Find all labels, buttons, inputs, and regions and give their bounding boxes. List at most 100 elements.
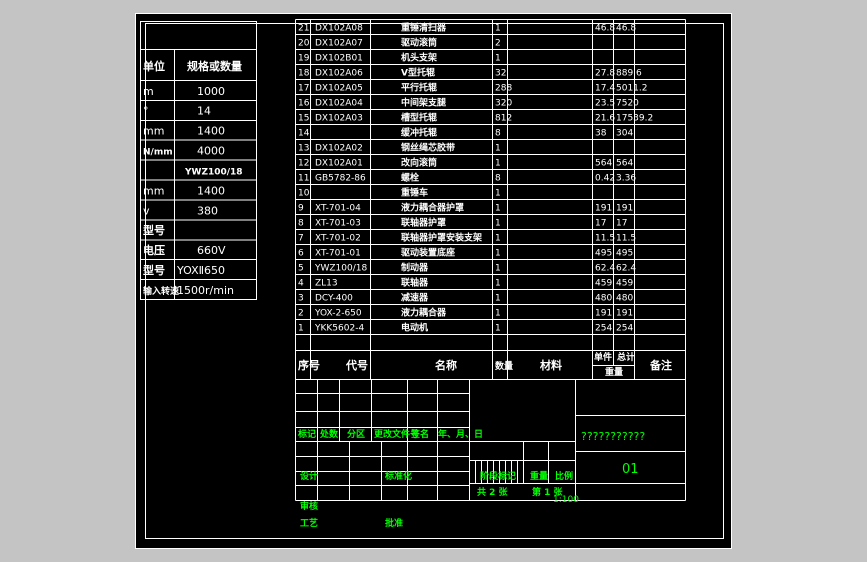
header-remark: 备注 bbox=[649, 358, 672, 372]
part-total-weight: 3.36 bbox=[616, 174, 636, 184]
cad-drawing: 单位 规格或数量 m 1000° 14mm 1400N/mm 4000YWZ100/18… bbox=[135, 13, 732, 549]
spec-unit: v bbox=[143, 204, 150, 217]
part-total-weight: 62.4 bbox=[616, 264, 636, 274]
part-code: XT-701-02 bbox=[315, 234, 361, 244]
part-no: 9 bbox=[298, 204, 304, 214]
part-unit-weight: 62.4 bbox=[595, 264, 615, 274]
part-no: 4 bbox=[298, 279, 304, 289]
part-name: 钢丝绳芯胶带 bbox=[401, 142, 455, 154]
part-qty: 1 bbox=[495, 24, 501, 34]
part-total-weight: 11.5 bbox=[616, 234, 636, 244]
part-no: 12 bbox=[298, 159, 309, 169]
part-unit-weight: 0.42 bbox=[595, 174, 615, 184]
drawing-canvas: 单位 规格或数量 m 1000 ° 14 mm 1400 N/mm 4000 YWZ100/18… bbox=[135, 13, 732, 549]
tb-approve: 批准 bbox=[385, 517, 403, 529]
part-name: 机头支架 bbox=[401, 52, 437, 64]
tb-title: ??????????? bbox=[581, 430, 645, 443]
part-qty: 320 bbox=[495, 99, 512, 109]
table-row: 15 DX102A03 槽型托辊 812 21.6 17539.2 bbox=[298, 112, 653, 124]
part-unit-weight: 27.8 bbox=[595, 69, 615, 79]
part-unit-weight: 38 bbox=[595, 129, 607, 139]
part-no: 7 bbox=[298, 234, 304, 244]
spec-unit: mm bbox=[143, 184, 164, 197]
part-unit-weight: 564 bbox=[595, 159, 612, 169]
part-qty: 2 bbox=[495, 39, 501, 49]
spec-value: 14 bbox=[197, 105, 211, 118]
table-row: 16 DX102A04 中间架支腿 320 23.5 7520 bbox=[298, 97, 639, 109]
table-row: 12 DX102A01 改向滚筒 1 564 564 bbox=[298, 157, 633, 169]
part-total-weight: 459 bbox=[616, 279, 633, 289]
part-name: 改向滚筒 bbox=[401, 157, 437, 169]
part-name: 减速器 bbox=[401, 292, 429, 304]
part-code: ZL13 bbox=[315, 279, 338, 289]
part-unit-weight: 495 bbox=[595, 249, 612, 259]
part-code: DX102A08 bbox=[315, 24, 363, 34]
header-name: 名称 bbox=[435, 358, 457, 372]
part-no: 1 bbox=[298, 324, 304, 334]
spec-value: YOXⅡ650 bbox=[176, 264, 225, 277]
tb-rev-label: 签名 bbox=[410, 428, 429, 440]
part-unit-weight: 191 bbox=[595, 309, 612, 319]
spec-value: 1400 bbox=[197, 125, 225, 138]
table-row: 18 DX102A06 V型托辊 32 27.8 889.6 bbox=[298, 67, 642, 79]
part-qty: 1 bbox=[495, 294, 501, 304]
table-row: 13 DX102A02 钢丝绳芯胶带 1 bbox=[298, 142, 501, 154]
part-code: GB5782-86 bbox=[315, 174, 366, 184]
part-qty: 288 bbox=[495, 84, 512, 94]
header-total-weight: 总计 bbox=[617, 351, 635, 363]
part-qty: 1 bbox=[495, 144, 501, 154]
part-name: 电动机 bbox=[401, 322, 428, 334]
part-code: DX102A07 bbox=[315, 39, 363, 49]
tb-design: 设计 bbox=[300, 470, 318, 482]
part-code: YWZ100/18 bbox=[314, 264, 367, 274]
tb-process: 工艺 bbox=[300, 517, 318, 529]
part-unit-weight: 23.5 bbox=[595, 99, 615, 109]
table-row: 2 YOX-2-650 液力耦合器 1 191 191 bbox=[298, 307, 633, 319]
part-total-weight: 191 bbox=[616, 309, 633, 319]
part-unit-weight: 11.5 bbox=[595, 234, 615, 244]
part-no: 3 bbox=[298, 294, 304, 304]
part-code: XT-701-03 bbox=[315, 219, 361, 229]
part-code: DX102A03 bbox=[315, 114, 363, 124]
tb-drawing-no: 01 bbox=[622, 462, 639, 477]
part-code: DX102B01 bbox=[315, 54, 363, 64]
part-name: 槽型托辊 bbox=[401, 112, 437, 124]
part-code: DX102A04 bbox=[315, 99, 363, 109]
part-code: XT-701-04 bbox=[315, 204, 361, 214]
part-unit-weight: 46.8 bbox=[595, 24, 615, 34]
spec-unit: 输入转速 bbox=[143, 285, 179, 297]
part-name: 联轴器护罩 bbox=[401, 217, 446, 229]
part-qty: 1 bbox=[495, 234, 501, 244]
part-unit-weight: 17.4 bbox=[595, 84, 615, 94]
part-name: 液力耦合器 bbox=[401, 307, 447, 319]
part-no: 2 bbox=[298, 309, 304, 319]
part-unit-weight: 480 bbox=[595, 294, 612, 304]
part-no: 19 bbox=[298, 54, 310, 64]
tb-total-sheets: 共 2 张 bbox=[477, 486, 509, 498]
spec-unit: N/mm bbox=[143, 148, 173, 158]
part-name: 重锤清扫器 bbox=[401, 22, 447, 34]
part-name: 联轴器 bbox=[401, 277, 429, 289]
part-name: V型托辊 bbox=[401, 67, 435, 79]
part-no: 20 bbox=[298, 39, 310, 49]
table-row: 1 YKK5602-4 电动机 1 254 254 bbox=[298, 322, 633, 334]
part-qty: 32 bbox=[495, 69, 506, 79]
part-qty: 1 bbox=[495, 219, 501, 229]
header-material: 材料 bbox=[540, 358, 562, 372]
spec-value: 1000 bbox=[197, 85, 225, 98]
part-no: 17 bbox=[298, 84, 309, 94]
part-total-weight: 17 bbox=[616, 219, 627, 229]
part-qty: 1 bbox=[495, 54, 501, 64]
spec-header-unit: 单位 bbox=[143, 59, 165, 73]
part-total-weight: 7520 bbox=[616, 99, 639, 109]
part-qty: 1 bbox=[495, 189, 501, 199]
spec-value: 660V bbox=[197, 244, 226, 257]
spec-header-value: 规格或数量 bbox=[187, 59, 242, 73]
part-no: 18 bbox=[298, 69, 310, 79]
table-row: 5 YWZ100/18 制动器 1 62.4 62.4 bbox=[298, 262, 636, 274]
part-code: DCY-400 bbox=[315, 294, 353, 304]
spec-value: 4000 bbox=[197, 145, 225, 158]
part-name: 驱动滚筒 bbox=[401, 37, 437, 49]
spec-value: 380 bbox=[197, 204, 218, 217]
spec-unit: ° bbox=[143, 105, 149, 118]
